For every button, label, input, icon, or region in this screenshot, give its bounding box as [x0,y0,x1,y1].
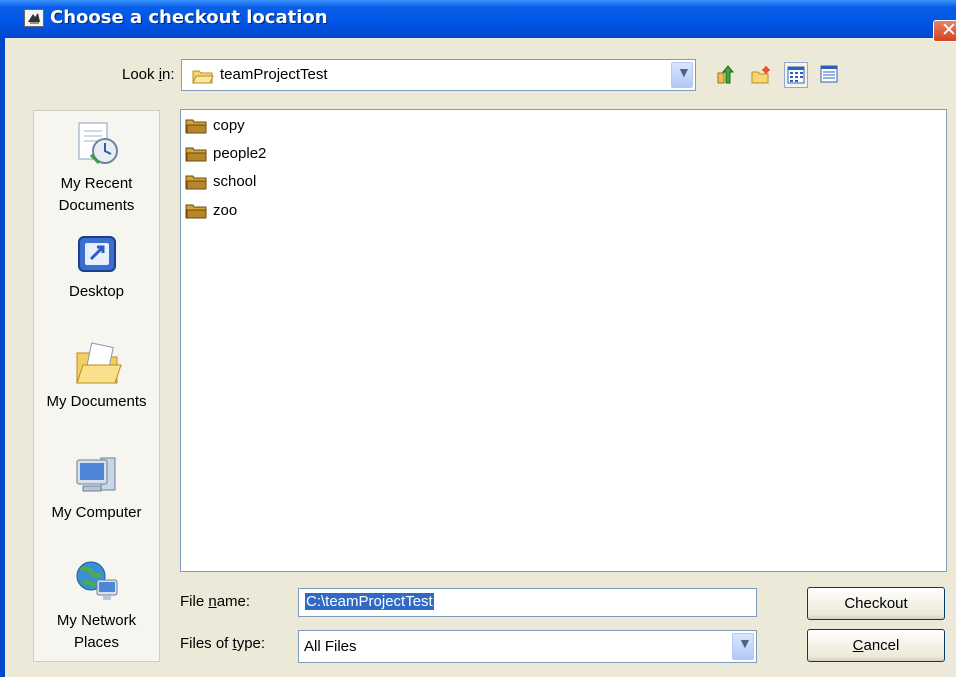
my-documents-icon [75,342,122,384]
file-name-label: File name: [180,593,251,610]
file-type-dropdown-button[interactable]: ▼ [732,633,754,660]
look-in-label: Look in: [122,66,175,83]
my-computer-icon [76,457,115,492]
place-network-places[interactable]: My Network Places [34,558,159,654]
look-in-select[interactable]: teamProjectTest ▼ [181,59,696,91]
network-places-icon [76,561,117,600]
title-bar[interactable]: Choose a checkout location ✕ [0,0,956,42]
place-recent-documents[interactable]: My Recent Documents [34,117,159,217]
file-name-value: C:\teamProjectTest [305,593,434,610]
list-view-button[interactable] [784,62,808,88]
folder-icon [185,175,207,190]
place-my-computer[interactable]: My Computer [34,452,159,524]
close-button[interactable]: ✕ [933,19,956,42]
create-new-folder-button[interactable] [749,62,773,88]
folder-open-icon [192,70,214,84]
place-label: My Recent Documents [58,175,135,214]
recent-documents-icon [78,122,118,165]
new-folder-icon [751,66,770,84]
app-icon [24,9,44,27]
dialog-title: Choose a checkout location [50,7,328,28]
place-label: My Network Places [56,612,137,651]
folder-icon [185,147,207,162]
cancel-button[interactable]: Cancel [807,629,945,662]
details-view-icon [820,65,838,83]
place-my-documents[interactable]: My Documents [34,341,159,413]
checkout-button[interactable]: Checkout [807,587,945,620]
close-icon: ✕ [941,19,956,41]
file-type-select[interactable]: All Files ▼ [298,630,757,663]
file-type-value: All Files [304,638,357,655]
places-bar: My RecentDocuments Desktop My Documents [33,110,160,662]
file-type-label: Files of type: [180,635,266,652]
desktop-icon [77,236,116,272]
checkout-dialog: Choose a checkout location ✕ Look in: te… [0,0,956,677]
folder-icon [185,204,207,219]
chevron-down-icon: ▼ [738,635,752,651]
up-one-level-button[interactable] [714,62,738,88]
file-list[interactable]: copy people2 school zoo [180,109,947,572]
chevron-down-icon: ▼ [677,64,691,80]
list-view-icon [787,66,805,84]
look-in-value: teamProjectTest [220,66,328,83]
place-desktop[interactable]: Desktop [34,231,159,303]
file-name-input[interactable]: C:\teamProjectTest [298,588,757,617]
folder-icon [185,119,207,134]
look-in-dropdown-button[interactable]: ▼ [671,62,693,88]
details-view-button[interactable] [818,62,842,88]
window-border [0,38,5,677]
up-folder-icon [717,65,735,84]
